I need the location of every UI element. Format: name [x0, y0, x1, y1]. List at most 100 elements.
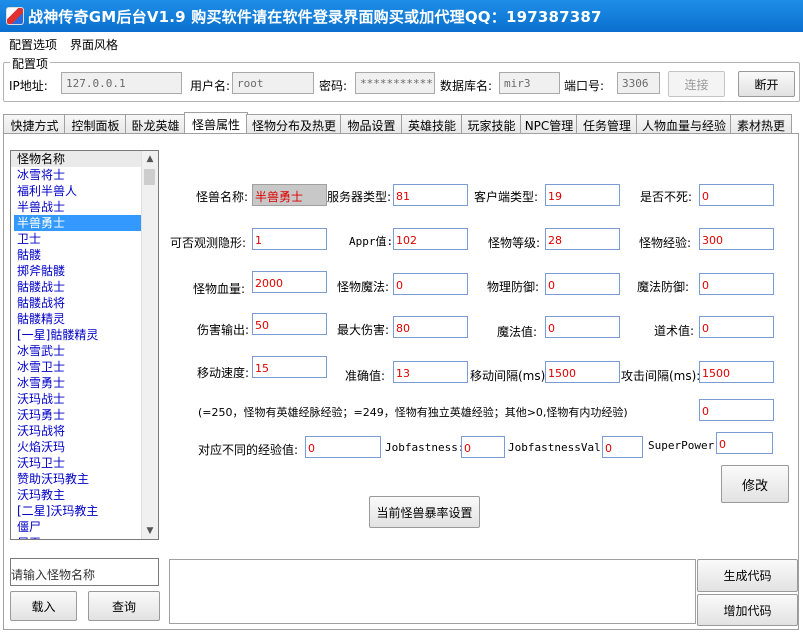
appr-field[interactable]: 102 [393, 228, 468, 250]
list-item[interactable]: 沃玛教主 [17, 487, 143, 503]
tab-npc-management[interactable]: NPC管理 [520, 114, 578, 135]
tab-wolong-hero[interactable]: 卧龙英雄 [125, 114, 186, 135]
list-item[interactable]: 尸王 [17, 535, 143, 539]
port-field[interactable]: 3306 [617, 72, 660, 94]
list-item[interactable]: 沃玛战将 [17, 423, 143, 439]
scroll-down-icon[interactable]: ▼ [142, 523, 158, 539]
server-type-field[interactable]: 81 [393, 184, 468, 206]
generate-code-button[interactable]: 生成代码 [697, 559, 798, 592]
tao-field[interactable]: 0 [699, 316, 774, 338]
list-item[interactable]: 冰雪卫士 [17, 359, 143, 375]
list-item[interactable]: 骷髅战士 [17, 279, 143, 295]
damage-field[interactable]: 50 [252, 313, 327, 335]
monster-name-label: 怪兽名称: [196, 190, 249, 204]
jobfastness-val-label: JobfastnessVal: [508, 441, 608, 454]
appr-label: Appr值: [349, 235, 394, 248]
tab-player-skills[interactable]: 玩家技能 [461, 114, 522, 135]
list-item[interactable]: [二星]沃玛教主 [17, 503, 143, 519]
monster-list-scrollbar[interactable]: ▲ ▼ [141, 151, 158, 539]
modify-button[interactable]: 修改 [721, 465, 789, 503]
tab-hero-skills[interactable]: 英雄技能 [401, 114, 463, 135]
load-button[interactable]: 载入 [10, 591, 77, 621]
tab-shortcuts[interactable]: 快捷方式 [3, 114, 66, 135]
list-item[interactable]: 火焰沃玛 [17, 439, 143, 455]
menu-config-options[interactable]: 配置选项 [9, 36, 57, 53]
menu-bar: 配置选项 界面风格 [0, 32, 803, 54]
diff-exp-field[interactable]: 0 [305, 436, 381, 458]
tab-task-management[interactable]: 任务管理 [576, 114, 638, 135]
list-item[interactable]: 沃玛勇士 [17, 407, 143, 423]
level-field[interactable]: 28 [545, 228, 620, 250]
list-item[interactable]: 掷斧骷髅 [17, 263, 143, 279]
diff-exp-label: 对应不同的经验值: [198, 443, 299, 457]
tab-control-panel[interactable]: 控制面板 [64, 114, 127, 135]
scroll-thumb[interactable] [144, 169, 155, 185]
list-item[interactable]: 冰雪武士 [17, 343, 143, 359]
list-item[interactable]: 半兽战士 [17, 199, 143, 215]
user-field[interactable]: root [232, 72, 314, 94]
magic-field[interactable]: 0 [545, 316, 620, 338]
scroll-up-icon[interactable]: ▲ [142, 151, 158, 167]
exp-field[interactable]: 300 [699, 228, 774, 250]
speed-field[interactable]: 15 [252, 356, 327, 378]
list-item[interactable]: 冰雪勇士 [17, 375, 143, 391]
list-item[interactable]: 卫士 [17, 231, 143, 247]
tab-hp-exp[interactable]: 人物血量与经验 [636, 114, 732, 135]
disconnect-button[interactable]: 断开 [738, 71, 795, 97]
monster-name-field[interactable]: 半兽勇士 [252, 184, 327, 206]
accuracy-field[interactable]: 13 [393, 361, 468, 383]
connect-button[interactable]: 连接 [668, 71, 725, 97]
list-item[interactable]: 沃玛卫士 [17, 455, 143, 471]
tab-asset-hotupdate[interactable]: 素材热更 [730, 114, 792, 135]
list-item[interactable]: 骷髅 [17, 247, 143, 263]
stealth-label: 可否观测隐形: [170, 236, 247, 250]
jobfastness-val-field[interactable]: 0 [602, 436, 643, 458]
monster-search-input[interactable]: 请输入怪物名称 [10, 558, 159, 586]
list-item[interactable]: 赞助沃玛教主 [17, 471, 143, 487]
client-type-field[interactable]: 19 [545, 184, 620, 206]
mp-field[interactable]: 0 [393, 273, 468, 295]
list-item[interactable]: 骷髅战将 [17, 295, 143, 311]
move-interval-field[interactable]: 1500 [545, 361, 620, 383]
stealth-field[interactable]: 1 [252, 228, 327, 250]
monster-list[interactable]: 怪物名称 冰雪将士 福利半兽人 半兽战士 半兽勇士 卫士 骷髅 掷斧骷髅 骷髅战… [10, 150, 159, 540]
pdef-field[interactable]: 0 [545, 273, 620, 295]
speed-label: 移动速度: [197, 366, 250, 380]
db-field[interactable]: mir3 [499, 72, 560, 94]
list-item-selected[interactable]: 半兽勇士 [14, 215, 143, 231]
menu-interface-style[interactable]: 界面风格 [70, 36, 118, 53]
query-button[interactable]: 查询 [88, 591, 160, 621]
superpower-field[interactable]: 0 [716, 432, 773, 454]
exp-type-field[interactable]: 0 [699, 399, 774, 421]
mdef-field[interactable]: 0 [699, 273, 774, 295]
hp-label: 怪物血量: [193, 282, 246, 296]
mp-label: 怪物魔法: [337, 280, 390, 294]
ip-field[interactable]: 127.0.0.1 [61, 72, 182, 94]
window-title: 战神传奇GM后台V1.9 购买软件请在软件登录界面购买或加代理QQ：197387… [28, 8, 602, 26]
max-damage-label: 最大伤害: [337, 323, 390, 337]
attack-interval-field[interactable]: 1500 [699, 361, 774, 383]
jobfastness-field[interactable]: 0 [461, 436, 505, 458]
list-item[interactable]: 僵尸 [17, 519, 143, 535]
tab-monster-distribution[interactable]: 怪物分布及热更 [246, 114, 342, 135]
list-item[interactable]: 沃玛战士 [17, 391, 143, 407]
hp-field[interactable]: 2000 [252, 271, 327, 293]
drop-rate-settings-button[interactable]: 当前怪兽暴率设置 [369, 496, 480, 528]
magic-label: 魔法值: [497, 325, 538, 339]
code-output-textarea[interactable] [169, 559, 696, 624]
undead-field[interactable]: 0 [699, 184, 774, 206]
title-bar: 战神传奇GM后台V1.9 购买软件请在软件登录界面购买或加代理QQ：197387… [0, 0, 803, 32]
server-type-label: 服务器类型: [327, 190, 392, 204]
tab-item-settings[interactable]: 物品设置 [340, 114, 403, 135]
list-item[interactable]: 骷髅精灵 [17, 311, 143, 327]
list-item[interactable]: 冰雪将士 [17, 167, 143, 183]
pdef-label: 物理防御: [487, 280, 540, 294]
max-damage-field[interactable]: 80 [393, 316, 468, 338]
move-interval-label: 移动间隔(ms): [470, 369, 550, 383]
add-code-button[interactable]: 增加代码 [697, 594, 798, 626]
list-item[interactable]: 福利半兽人 [17, 183, 143, 199]
db-label: 数据库名: [440, 79, 493, 93]
password-field[interactable]: ************ [355, 72, 435, 94]
level-label: 怪物等级: [488, 236, 541, 250]
list-item[interactable]: [一星]骷髅精灵 [17, 327, 143, 343]
